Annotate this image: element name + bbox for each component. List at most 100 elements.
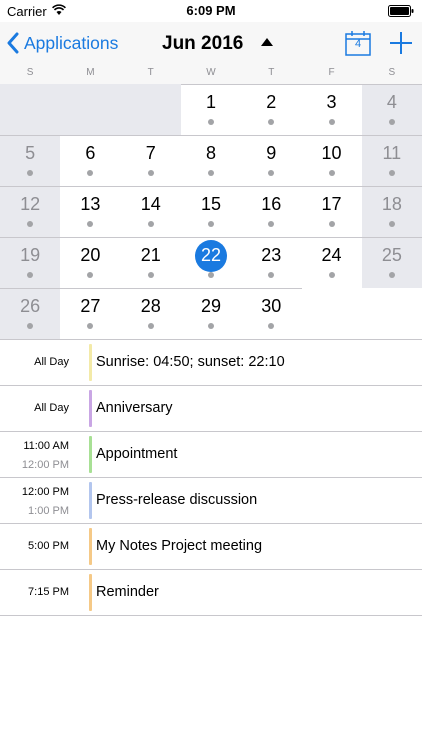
calendar-day-cell[interactable]: 3 <box>301 84 361 135</box>
calendar-day-number: 30 <box>261 296 282 316</box>
calendar-day-number: 27 <box>80 296 101 316</box>
event-row[interactable]: 11:00 AM 12:00 PM Appointment <box>0 432 422 478</box>
calendar-day-cell[interactable]: 27 <box>60 288 120 339</box>
calendar-empty-cell <box>120 84 181 135</box>
event-row[interactable]: 12:00 PM 1:00 PM Press-release discussion <box>0 478 422 524</box>
plus-icon[interactable] <box>388 30 414 56</box>
back-label: Applications <box>24 32 119 53</box>
event-dot <box>328 119 335 125</box>
calendar-day-cell[interactable]: 21 <box>121 237 181 288</box>
event-dot <box>388 221 395 227</box>
calendar-day-cell[interactable]: 25 <box>361 237 422 288</box>
event-color-bar <box>89 390 92 427</box>
event-dot <box>27 272 34 278</box>
event-row[interactable]: All Day Anniversary <box>0 386 422 432</box>
weekday-label: W <box>206 67 216 78</box>
event-dot <box>87 323 94 329</box>
calendar-day-cell[interactable]: 2 <box>241 84 301 135</box>
weekday-label: M <box>86 67 95 78</box>
calendar-day-cell[interactable]: 29 <box>181 288 241 339</box>
calendar-day-cell[interactable]: 18 <box>361 186 422 237</box>
calendar-day-cell[interactable]: 15 <box>181 186 241 237</box>
event-dot <box>27 170 34 176</box>
calendar-day-number: 20 <box>80 245 101 265</box>
calendar-day-cell[interactable]: 4 <box>361 84 422 135</box>
event-row[interactable]: 7:15 PM Reminder <box>0 570 422 616</box>
calendar-empty-cell <box>60 84 121 135</box>
calendar-empty-cell <box>362 288 422 339</box>
caret-up-icon[interactable] <box>261 38 273 46</box>
event-time: 12:00 PM <box>21 486 69 498</box>
calendar-day-cell[interactable]: 10 <box>301 135 361 186</box>
calendar-day-cell[interactable]: 1 <box>181 84 241 135</box>
event-color-bar <box>89 574 92 611</box>
chevron-left-icon <box>7 32 19 54</box>
calendar-day-number: 13 <box>80 194 101 214</box>
status-time: 6:09 PM <box>186 3 236 18</box>
calendar-day-number: 25 <box>381 245 402 265</box>
event-dot <box>147 323 154 329</box>
calendar-day-cell[interactable]: 6 <box>60 135 120 186</box>
status-bar: Carrier 6:09 PM <box>0 0 422 22</box>
calendar-day-cell[interactable]: 20 <box>60 237 120 288</box>
event-row[interactable]: 5:00 PM My Notes Project meeting <box>0 524 422 570</box>
event-title: My Notes Project meeting <box>96 538 263 554</box>
week-divider <box>0 288 302 289</box>
week-divider <box>0 135 422 136</box>
calendar-day-cell[interactable]: 14 <box>121 186 181 237</box>
weekday-label: F <box>328 67 335 78</box>
weekday-label: S <box>388 67 396 78</box>
event-color-bar <box>89 482 92 519</box>
calendar-day-cell[interactable]: 28 <box>121 288 181 339</box>
event-dot <box>328 272 335 278</box>
calendar-day-cell[interactable]: 17 <box>301 186 361 237</box>
back-button[interactable]: Applications <box>6 30 118 56</box>
calendar-day-number: 3 <box>326 92 337 112</box>
calendar-day-number: 24 <box>321 245 342 265</box>
calendar-day-number: 6 <box>85 143 96 163</box>
weekday-header: S M T W T F S <box>0 64 422 84</box>
event-title: Appointment <box>96 446 178 462</box>
calendar-day-cell[interactable]: 8 <box>181 135 241 186</box>
event-row[interactable]: All Day Sunrise: 04:50; sunset: 22:10 <box>0 340 422 386</box>
calendar-day-cell[interactable]: 23 <box>241 237 301 288</box>
calendar-day-cell[interactable]: 19 <box>0 237 61 288</box>
calendar-day-number: 16 <box>261 194 282 214</box>
event-dot <box>27 221 34 227</box>
calendar-day-number: 9 <box>266 143 277 163</box>
event-dot <box>27 323 34 329</box>
calendar-day-cell[interactable]: 9 <box>241 135 301 186</box>
event-dot <box>207 323 214 329</box>
event-title: Sunrise: 04:50; sunset: 22:10 <box>96 354 285 370</box>
calendar-day-cell[interactable]: 11 <box>361 135 422 186</box>
calendar-day-number: 29 <box>200 296 221 316</box>
event-time: 11:00 AM <box>23 440 69 452</box>
calendar-day-number: 2 <box>266 92 277 112</box>
calendar-day-number: 5 <box>25 143 36 163</box>
month-title[interactable]: Jun 2016 <box>162 33 243 55</box>
event-dot <box>147 272 154 278</box>
event-dot <box>268 272 275 278</box>
week-divider <box>0 237 422 238</box>
calendar-day-number: 21 <box>140 245 161 265</box>
calendar-day-number: 8 <box>205 143 216 163</box>
calendar-day-cell[interactable]: 7 <box>121 135 181 186</box>
calendar-empty-cell <box>0 84 61 135</box>
event-dot <box>87 221 94 227</box>
event-title: Anniversary <box>96 400 173 416</box>
calendar-day-cell[interactable]: 30 <box>241 288 301 339</box>
calendar-day-cell[interactable]: 13 <box>60 186 120 237</box>
calendar-day-cell[interactable]: 22 <box>181 237 241 288</box>
calendar-day-cell[interactable]: 12 <box>0 186 61 237</box>
calendar-day-number: 26 <box>20 296 41 316</box>
today-number: 4 <box>354 38 362 50</box>
calendar-day-cell[interactable]: 24 <box>301 237 361 288</box>
calendar-day-number: 12 <box>20 194 41 214</box>
calendar-day-cell[interactable]: 5 <box>0 135 61 186</box>
calendar-day-number: 23 <box>261 245 282 265</box>
week-divider <box>0 186 422 187</box>
grid-top-divider <box>180 84 422 85</box>
calendar-day-number: 19 <box>20 245 41 265</box>
calendar-day-cell[interactable]: 26 <box>0 288 61 339</box>
calendar-day-cell[interactable]: 16 <box>241 186 301 237</box>
